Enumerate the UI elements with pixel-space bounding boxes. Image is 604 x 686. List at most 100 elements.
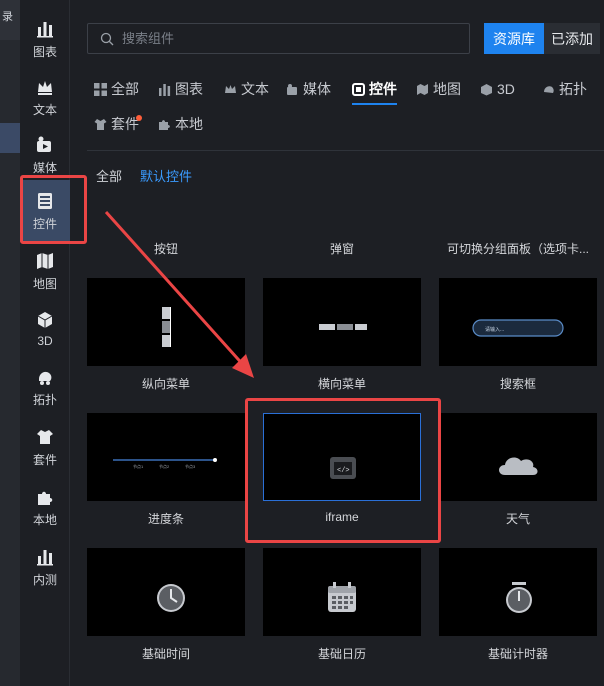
category-label: 地图 [433,81,461,97]
cube-icon [481,83,492,95]
puzzle-icon [159,119,170,130]
beta-chart-icon [37,549,53,565]
map-icon [37,252,53,269]
category-media[interactable]: 媒体 [286,78,331,100]
subtab-default-widgets[interactable]: 默认控件 [140,166,192,185]
divider [87,150,604,151]
component-label-timer[interactable]: 基础计时器 [439,645,597,662]
iframe-preview: </> [330,457,356,479]
subtab-all[interactable]: 全部 [96,166,122,185]
component-thumb-weather[interactable] [439,413,597,501]
component-label-clock[interactable]: 基础时间 [87,645,245,662]
category-label: 媒体 [303,81,331,97]
sidebar: 图表 文本 媒体 控件 地图 3D 拓扑 套件 本地 内测 [20,0,70,686]
new-badge-dot [136,115,142,121]
category-map[interactable]: 地图 [416,78,461,100]
sidebar-item-suit[interactable]: 套件 [20,418,70,476]
category-local[interactable]: 本地 [158,113,203,135]
component-thumb-iframe[interactable]: </> [263,413,421,501]
sidebar-item-label: 媒体 [32,160,57,175]
category-text[interactable]: 文本 [224,78,269,100]
component-label-iframe[interactable]: iframe [263,510,421,524]
sidebar-item-chart[interactable]: 图表 [20,10,70,68]
category-label: 文本 [241,81,269,97]
topology-icon [39,371,52,385]
sidebar-item-map[interactable]: 地图 [20,242,70,300]
topology-icon [544,85,554,93]
component-thumb-vertical-menu[interactable] [87,278,245,366]
category-chart[interactable]: 图表 [158,78,203,100]
chart-icon [37,21,53,37]
media-icon [287,83,297,95]
category-label: 套件 [111,116,139,132]
component-thumb-calendar[interactable] [263,548,421,636]
component-thumb-timer[interactable] [439,548,597,636]
sidebar-item-local[interactable]: 本地 [20,478,70,536]
added-button[interactable]: 已添加 [544,23,600,54]
search-box[interactable] [87,23,470,54]
horizontal-menu-preview [319,324,367,330]
component-label-search-box[interactable]: 搜索框 [439,375,597,392]
search-icon [100,32,114,45]
resource-library-button[interactable]: 资源库 [484,23,544,54]
code-icon: </> [337,467,350,475]
sidebar-item-label: 内测 [32,572,57,587]
component-label-vertical-menu[interactable]: 纵向菜单 [87,375,245,392]
widget-icon [38,192,52,209]
text-crown-icon [38,80,52,95]
sidebar-item-label: 图表 [32,44,57,59]
sidebar-item-label: 套件 [32,452,57,467]
sidebar-item-label: 控件 [32,216,57,231]
progress-tick: 节点2 [159,463,170,469]
sidebar-item-topology[interactable]: 拓扑 [20,358,70,416]
sidebar-item-label: 本地 [32,512,57,527]
suit-icon [37,429,53,444]
category-widget[interactable]: 控件 [352,78,397,105]
sidebar-item-3d[interactable]: 3D [20,300,70,358]
component-label-popup[interactable]: 弹窗 [263,240,421,257]
category-all[interactable]: 全部 [94,78,139,100]
search-box-preview: 请输入... [472,319,564,337]
strip-active-marker [0,123,20,153]
stopwatch-icon [506,582,532,613]
app-root: 录 图表 文本 媒体 控件 地图 3D 拓扑 套件 本地 内测 搜索组件 资源库… [0,0,604,686]
sidebar-item-beta[interactable]: 内测 [20,538,70,596]
category-label: 拓扑 [559,81,587,97]
sidebar-item-media[interactable]: 媒体 [20,126,70,184]
component-thumb-clock[interactable] [87,548,245,636]
progress-tick: 节点3 [185,463,196,469]
chart-icon [159,83,171,96]
category-suit[interactable]: 套件 [94,113,142,135]
category-label: 本地 [175,116,203,132]
media-icon [37,136,51,152]
sidebar-item-label: 地图 [32,276,57,291]
search-input[interactable] [122,31,422,46]
calendar-icon [328,582,356,612]
category-label: 全部 [111,81,139,97]
component-label-tab-panel[interactable]: 可切换分组面板（选项卡... [439,240,597,257]
sidebar-item-text[interactable]: 文本 [20,68,70,126]
category-label: 图表 [175,81,203,97]
text-crown-icon [225,84,236,93]
component-label-progress[interactable]: 进度条 [87,510,245,527]
cube-icon [37,312,53,328]
component-label-calendar[interactable]: 基础日历 [263,645,421,662]
component-thumb-search-box[interactable]: 请输入... [439,278,597,366]
progress-tick: 节点1 [133,463,144,469]
sidebar-item-widget[interactable]: 控件 [20,180,70,242]
search-box-preview-text: 请输入... [485,326,504,333]
weather-cloud-icon [499,457,538,475]
vertical-menu-preview [162,307,171,347]
category-topology[interactable]: 拓扑 [542,78,587,100]
sidebar-item-label: 拓扑 [32,392,57,407]
component-thumb-horizontal-menu[interactable] [263,278,421,366]
left-edge-strip: 录 [0,0,20,686]
map-icon [417,83,428,95]
component-label-horizontal-menu[interactable]: 横向菜单 [263,375,421,392]
component-label-weather[interactable]: 天气 [439,510,597,527]
strip-glyph: 录 [2,11,13,23]
main-panel: 资源库 已添加 全部 图表 文本 媒体 控件 地图 3D [70,0,604,686]
component-label-button[interactable]: 按钮 [87,240,245,257]
component-thumb-progress[interactable]: 节点1 节点2 节点3 [87,413,245,501]
category-3d[interactable]: 3D [480,78,515,100]
